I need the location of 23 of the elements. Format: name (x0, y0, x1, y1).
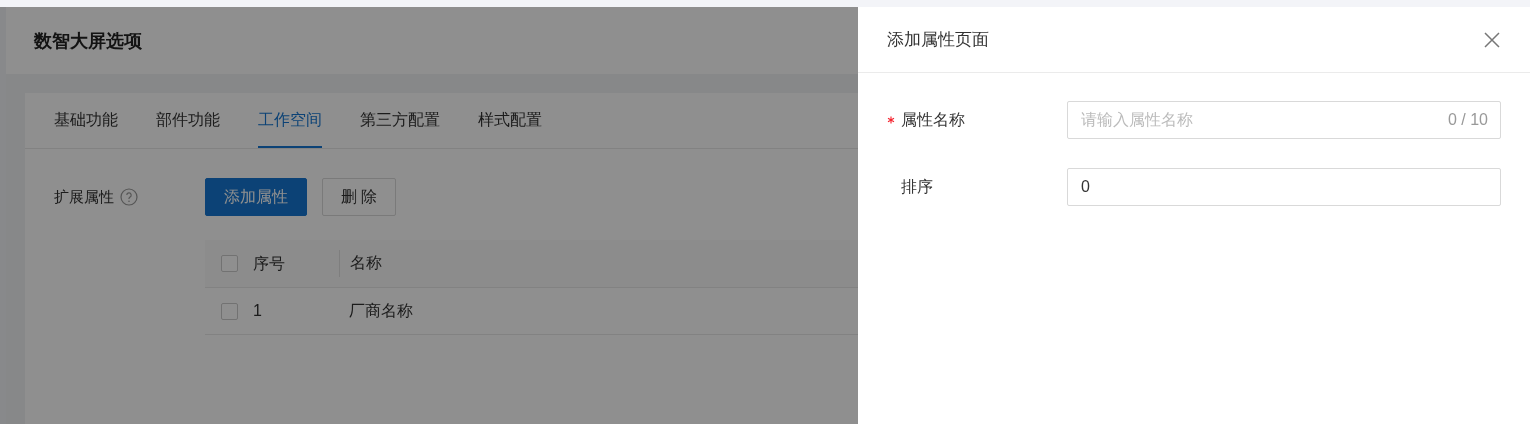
delete-button[interactable]: 删 除 (322, 178, 397, 216)
field-label: 属性名称 (901, 109, 965, 130)
tab[interactable]: 第三方配置 (360, 93, 440, 148)
field-label: 排序 (901, 176, 933, 197)
tab[interactable]: 工作空间 (258, 93, 322, 148)
add-button[interactable]: 添加属性 (205, 178, 307, 216)
column-header: 名称 (350, 254, 382, 271)
page-title: 数智大屏选项 (34, 29, 142, 53)
drawer-title: 添加属性页面 (887, 29, 989, 51)
tab[interactable]: 基础功能 (54, 93, 118, 148)
close-icon[interactable] (1484, 31, 1500, 48)
checkbox[interactable] (220, 302, 238, 320)
checkbox[interactable] (220, 255, 238, 272)
tab[interactable]: 部件功能 (156, 93, 220, 148)
help-icon[interactable] (120, 188, 138, 206)
text-field[interactable]: 0 (1067, 168, 1501, 206)
tab[interactable]: 样式配置 (478, 93, 542, 148)
table-cell: 1 (253, 302, 262, 319)
field-label: 扩展属性 (54, 187, 114, 207)
column-header: 序号 (253, 255, 285, 272)
table-cell: 厂商名称 (349, 301, 413, 319)
character-counter: 0 / 10 (1447, 111, 1488, 129)
required-icon (887, 116, 895, 124)
